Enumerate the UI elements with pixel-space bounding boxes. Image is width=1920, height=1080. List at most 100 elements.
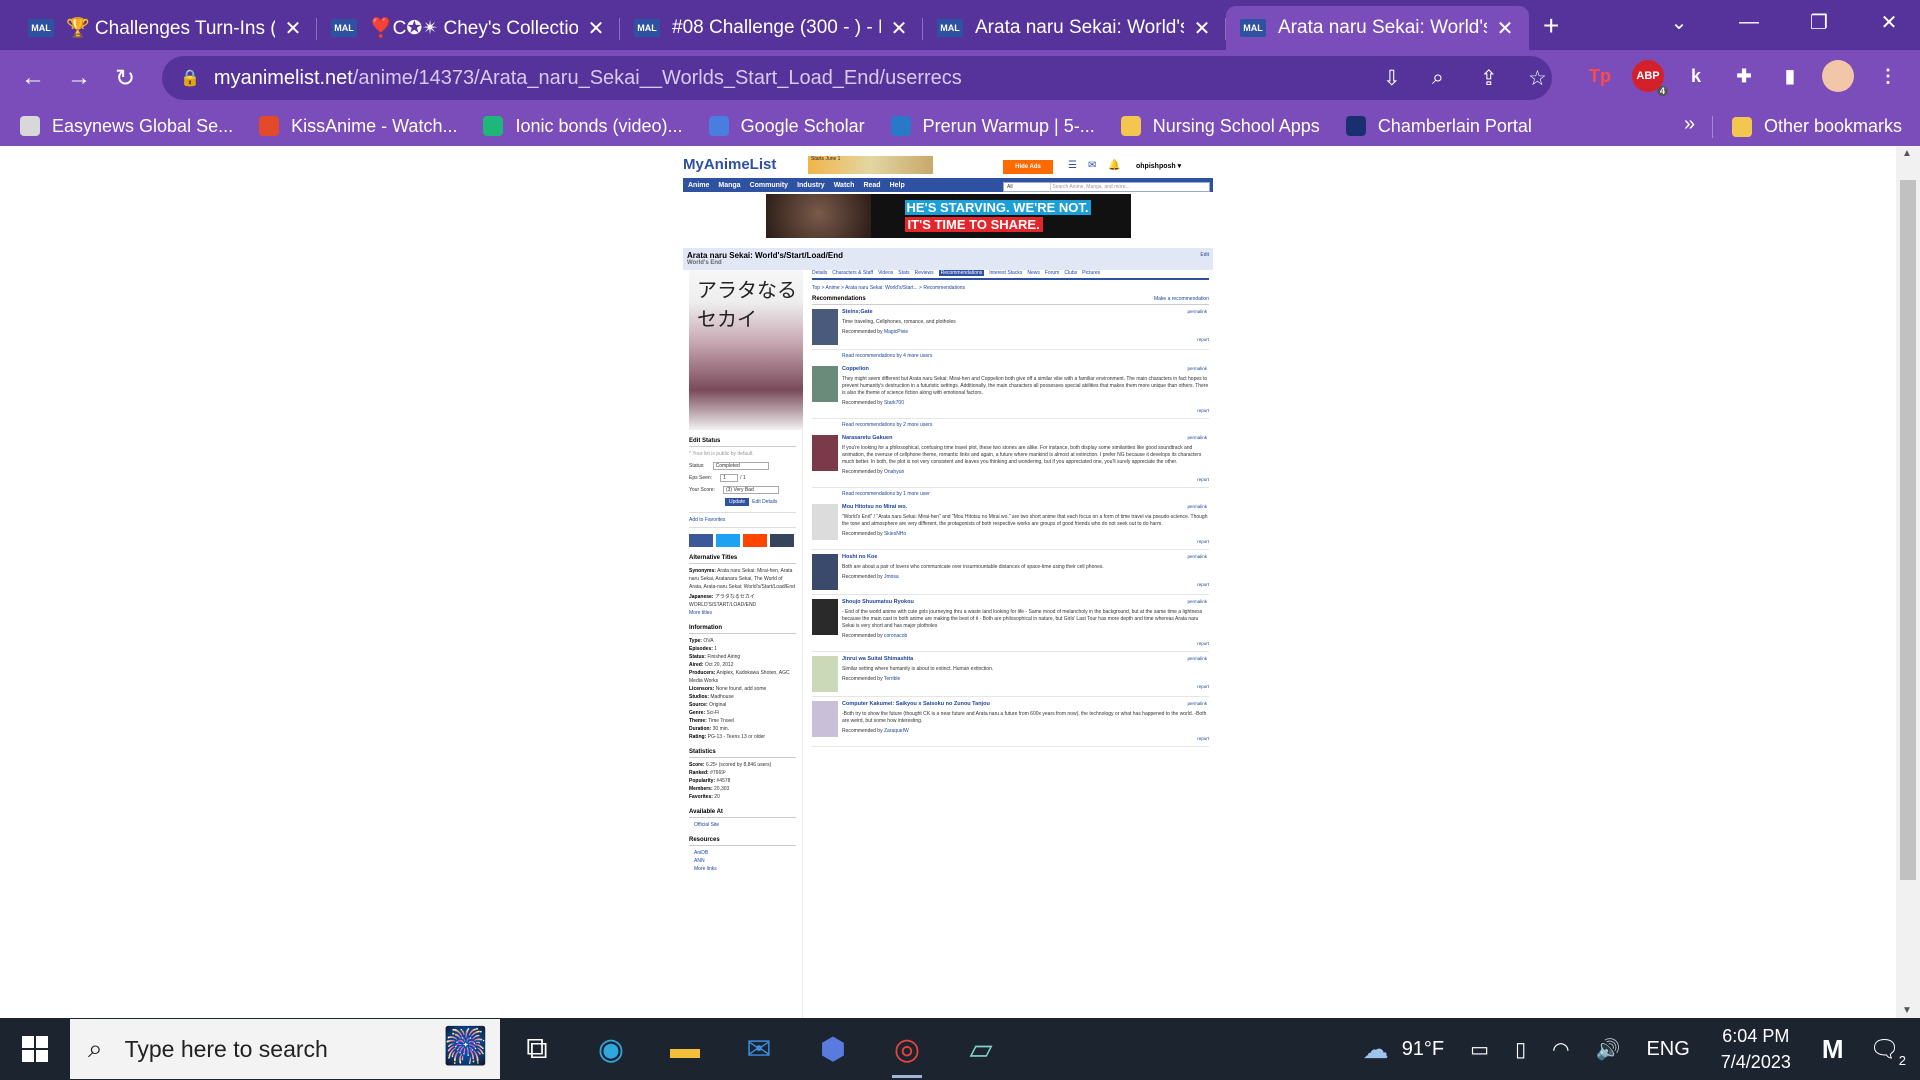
rec-title[interactable]: Shoujo Shuumatsu Ryokou bbox=[842, 599, 1209, 606]
update-button[interactable]: Update bbox=[725, 498, 750, 506]
browser-tab[interactable]: MAL ❣️C✪✴ Chey's Collection ✕ bbox=[317, 6, 620, 50]
close-tab-icon[interactable]: ✕ bbox=[1192, 16, 1212, 41]
close-tab-icon[interactable]: ✕ bbox=[283, 16, 303, 41]
rec-thumbnail[interactable] bbox=[812, 309, 838, 345]
edit-details-link[interactable]: Edit Details bbox=[752, 499, 777, 505]
report-link[interactable]: report bbox=[842, 640, 1209, 647]
bookmark-item[interactable]: Google Scholar bbox=[708, 116, 865, 137]
rec-title[interactable]: Computer Kakumei: Saikyou x Saisoku no Z… bbox=[842, 701, 1209, 708]
rec-thumbnail[interactable] bbox=[812, 435, 838, 471]
rec-author[interactable]: Jmosa bbox=[884, 574, 899, 580]
username-menu[interactable]: ohpishposh ▾ bbox=[1136, 162, 1181, 170]
tab-search-icon[interactable]: ⌄ bbox=[1644, 0, 1714, 44]
address-bar[interactable]: 🔒 myanimelist.net/anime/14373/Arata_naru… bbox=[162, 56, 1552, 100]
browser-tab[interactable]: MAL Arata naru Sekai: World's/ ✕ bbox=[1226, 6, 1529, 50]
close-tab-icon[interactable]: ✕ bbox=[586, 16, 606, 41]
more-recommendations-link[interactable]: Read recommendations by 4 more users bbox=[842, 353, 1209, 359]
page-tab[interactable]: Forum bbox=[1045, 270, 1059, 276]
chrome-menu-icon[interactable]: ⋮ bbox=[1872, 60, 1904, 92]
language-indicator[interactable]: ENG bbox=[1646, 1038, 1689, 1061]
browser-tab[interactable]: MAL 🏆 Challenges Turn-Ins (v ✕ bbox=[14, 6, 317, 50]
hide-ads-button[interactable]: Hide Ads bbox=[1003, 160, 1053, 174]
bookmark-item[interactable]: Easynews Global Se... bbox=[20, 116, 233, 137]
tumblr-icon[interactable] bbox=[770, 534, 794, 547]
report-link[interactable]: report bbox=[842, 538, 1209, 545]
extension-k-icon[interactable]: k bbox=[1680, 60, 1712, 92]
permalink[interactable]: permalink bbox=[1187, 366, 1207, 371]
official-site-link[interactable]: Official Site bbox=[694, 822, 719, 828]
profile-avatar[interactable] bbox=[1822, 60, 1854, 92]
weather-temp[interactable]: 91°F bbox=[1402, 1038, 1444, 1061]
report-link[interactable]: report bbox=[842, 683, 1209, 690]
eps-input[interactable]: 1 bbox=[720, 474, 739, 482]
rec-title[interactable]: Jinrui wa Suitai Shimashita bbox=[842, 656, 1209, 663]
permalink[interactable]: permalink bbox=[1187, 554, 1207, 559]
restore-button[interactable]: ❐ bbox=[1784, 0, 1854, 44]
facebook-icon[interactable] bbox=[689, 534, 713, 547]
report-link[interactable]: report bbox=[842, 407, 1209, 414]
rec-thumbnail[interactable] bbox=[812, 366, 838, 402]
copilot-icon[interactable]: ⬢ bbox=[796, 1018, 870, 1080]
page-tab[interactable]: Pictures bbox=[1082, 270, 1100, 276]
messages-icon[interactable]: ✉ bbox=[1088, 160, 1096, 171]
rec-thumbnail[interactable] bbox=[812, 504, 838, 540]
bookmark-item[interactable]: Ionic bonds (video)... bbox=[483, 116, 683, 137]
notifications-icon[interactable]: 🔔 bbox=[1108, 160, 1120, 171]
tablet-icon[interactable]: ▯ bbox=[1515, 1037, 1526, 1062]
volume-icon[interactable]: 🔊 bbox=[1596, 1037, 1621, 1062]
minimize-button[interactable]: — bbox=[1714, 0, 1784, 44]
list-icon[interactable]: ☰ bbox=[1068, 160, 1077, 171]
permalink[interactable]: permalink bbox=[1187, 701, 1207, 706]
search-scope[interactable]: All bbox=[1007, 183, 1051, 192]
anime-cover-image[interactable]: アラタなるセカイ bbox=[689, 270, 803, 430]
page-tab[interactable]: Stats bbox=[898, 270, 909, 276]
rec-author[interactable]: coronacob bbox=[884, 633, 907, 639]
permalink[interactable]: permalink bbox=[1187, 599, 1207, 604]
scrollbar-thumb[interactable] bbox=[1900, 180, 1916, 880]
close-window-button[interactable]: ✕ bbox=[1854, 0, 1920, 44]
adblock-icon[interactable]: ABP 4 bbox=[1632, 60, 1668, 96]
notifications-center-icon[interactable]: 🗨 2 bbox=[1870, 1035, 1906, 1068]
page-tab[interactable]: Details bbox=[812, 270, 827, 276]
rec-title[interactable]: Mou Hitotsu no Mirai wo. bbox=[842, 504, 1209, 511]
mal-logo[interactable]: MyAnimeList bbox=[683, 156, 776, 173]
rec-title[interactable]: Steins;Gate bbox=[842, 309, 1209, 316]
notepad-icon[interactable]: ▱ bbox=[944, 1018, 1018, 1080]
twitter-icon[interactable] bbox=[716, 534, 740, 547]
more-links-link[interactable]: More links bbox=[694, 866, 717, 872]
start-button[interactable] bbox=[0, 1018, 70, 1080]
score-select[interactable]: (3) Very Bad bbox=[722, 486, 779, 494]
edge-icon[interactable]: ◉ bbox=[574, 1018, 648, 1080]
rec-author[interactable]: Terrible bbox=[884, 676, 900, 682]
rec-title[interactable]: Coppelion bbox=[842, 366, 1209, 373]
page-tab[interactable]: Clubs bbox=[1064, 270, 1077, 276]
mal-nav-item[interactable]: Community bbox=[750, 182, 789, 189]
rec-author[interactable]: MagicPixie bbox=[884, 329, 908, 335]
report-link[interactable]: report bbox=[842, 735, 1209, 742]
scroll-down-icon[interactable]: ▼ bbox=[1902, 1005, 1912, 1016]
bookmark-item[interactable]: Nursing School Apps bbox=[1120, 116, 1320, 137]
share-icon[interactable]: ⇪ bbox=[1480, 66, 1498, 91]
report-link[interactable]: report bbox=[842, 476, 1209, 483]
file-explorer-icon[interactable]: ▬ bbox=[648, 1018, 722, 1080]
mail-icon[interactable]: ✉ bbox=[722, 1018, 796, 1080]
back-icon[interactable]: ← bbox=[10, 55, 56, 101]
other-bookmarks[interactable]: Other bookmarks bbox=[1732, 116, 1902, 137]
rec-thumbnail[interactable] bbox=[812, 701, 838, 737]
extensions-puzzle-icon[interactable]: ✚ bbox=[1728, 60, 1760, 92]
rec-thumbnail[interactable] bbox=[812, 599, 838, 635]
rec-thumbnail[interactable] bbox=[812, 656, 838, 692]
rec-author[interactable]: Stark700 bbox=[884, 400, 904, 406]
permalink[interactable]: permalink bbox=[1187, 504, 1207, 509]
install-app-icon[interactable]: ⇩ bbox=[1383, 66, 1401, 91]
bookmark-item[interactable]: KissAnime - Watch... bbox=[259, 116, 457, 137]
rec-thumbnail[interactable] bbox=[812, 554, 838, 590]
forward-icon[interactable]: → bbox=[56, 55, 102, 101]
permalink[interactable]: permalink bbox=[1187, 309, 1207, 314]
bookmark-item[interactable]: Chamberlain Portal bbox=[1345, 116, 1532, 137]
chrome-icon[interactable]: ◎ bbox=[870, 1018, 944, 1080]
page-tab[interactable]: Interest Stacks bbox=[989, 270, 1022, 276]
ann-link[interactable]: ANN bbox=[694, 858, 705, 864]
bookmark-item[interactable]: Prerun Warmup | 5-... bbox=[890, 116, 1095, 137]
bookmark-star-icon[interactable]: ☆ bbox=[1528, 66, 1547, 91]
